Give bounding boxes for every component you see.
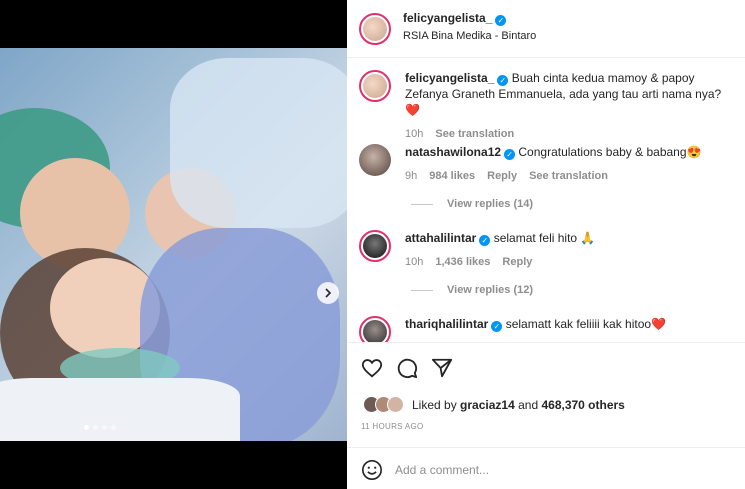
caption: felicyangelista_ ✓ Buah cinta kedua mamoy… — [359, 70, 735, 142]
carousel-next-button[interactable] — [317, 282, 339, 304]
post-header: felicyangelista_ ✓ RSIA Bina Medika - Bin… — [347, 0, 745, 58]
view-replies-button[interactable]: View replies (12) — [411, 284, 533, 296]
view-replies-label: View replies (14) — [447, 198, 534, 210]
author-avatar[interactable] — [359, 12, 391, 45]
comment-composer — [347, 447, 745, 489]
comment-text: selamatt kak feliiii kak hitoo❤️ — [505, 317, 667, 331]
avatar[interactable] — [359, 230, 391, 262]
view-replies-button[interactable]: View replies (14) — [411, 198, 533, 210]
carousel-dot — [93, 425, 98, 430]
carousel-dot — [102, 425, 107, 430]
reply-button[interactable]: Reply — [502, 254, 532, 270]
comment-input[interactable] — [395, 462, 695, 477]
comment-item: attahalilintar ✓ selamat feli hito 🙏 10h … — [359, 230, 735, 270]
author-username[interactable]: felicyangelista_ — [403, 11, 492, 25]
comment-item: thariqhalilintar ✓ selamatt kak feliiii k… — [359, 316, 735, 342]
carousel-dot — [84, 425, 89, 430]
comments-list[interactable]: felicyangelista_ ✓ Buah cinta kedua mamoy… — [347, 58, 745, 342]
verified-badge-icon: ✓ — [495, 15, 507, 26]
chevron-right-icon — [325, 288, 332, 298]
verified-badge-icon: ✓ — [491, 321, 503, 332]
carousel-dots — [84, 425, 116, 430]
avatar[interactable] — [359, 316, 391, 342]
verified-badge-icon: ✓ — [504, 149, 516, 160]
post-timestamp[interactable]: 11 HOURS AGO — [361, 422, 424, 431]
post-photo — [0, 48, 347, 441]
likes-prefix: Liked by — [412, 397, 457, 412]
liker-username[interactable]: graciaz14 — [460, 398, 515, 412]
likes-count[interactable]: 468,370 others — [541, 398, 624, 412]
caption-username[interactable]: felicyangelista_ — [405, 71, 494, 85]
heart-icon[interactable] — [361, 357, 383, 379]
avatar[interactable] — [359, 70, 391, 102]
post-sidebar: felicyangelista_ ✓ RSIA Bina Medika - Bin… — [347, 0, 745, 489]
comment-icon[interactable] — [396, 357, 418, 379]
comment-item: natashawilona12 ✓ Congratulations baby & … — [359, 144, 735, 184]
reply-button[interactable]: Reply — [487, 168, 517, 184]
avatar[interactable] — [359, 144, 391, 176]
liker-avatars[interactable] — [363, 396, 404, 413]
verified-badge-icon: ✓ — [497, 75, 509, 86]
view-replies-label: View replies (12) — [447, 284, 534, 296]
carousel-dot — [111, 425, 116, 430]
see-translation-button[interactable]: See translation — [435, 126, 514, 142]
comment-likes[interactable]: 1,436 likes — [435, 254, 490, 270]
comment-text: selamat feli hito 🙏 — [493, 231, 596, 245]
emoji-icon[interactable] — [361, 459, 383, 481]
comment-time[interactable]: 9h — [405, 168, 417, 184]
post-location[interactable]: RSIA Bina Medika - Bintaro — [403, 30, 536, 42]
send-icon[interactable] — [431, 357, 453, 379]
comment-text: Congratulations baby & babang😍 — [518, 145, 702, 159]
likes-middle: and — [518, 397, 539, 412]
post-actions: Liked by graciaz14 and 468,370 others 11… — [347, 342, 745, 489]
comment-username[interactable]: natashawilona12 — [405, 145, 501, 159]
comment-likes[interactable]: 984 likes — [429, 168, 475, 184]
comment-username[interactable]: thariqhalilintar — [405, 317, 488, 331]
comment-time[interactable]: 10h — [405, 254, 423, 270]
media-pane — [0, 0, 347, 489]
likes-summary: Liked by graciaz14 and 468,370 others — [363, 396, 625, 413]
see-translation-button[interactable]: See translation — [529, 168, 608, 184]
verified-badge-icon: ✓ — [479, 235, 491, 246]
comment-username[interactable]: attahalilintar — [405, 231, 476, 245]
caption-time[interactable]: 10h — [405, 126, 423, 142]
